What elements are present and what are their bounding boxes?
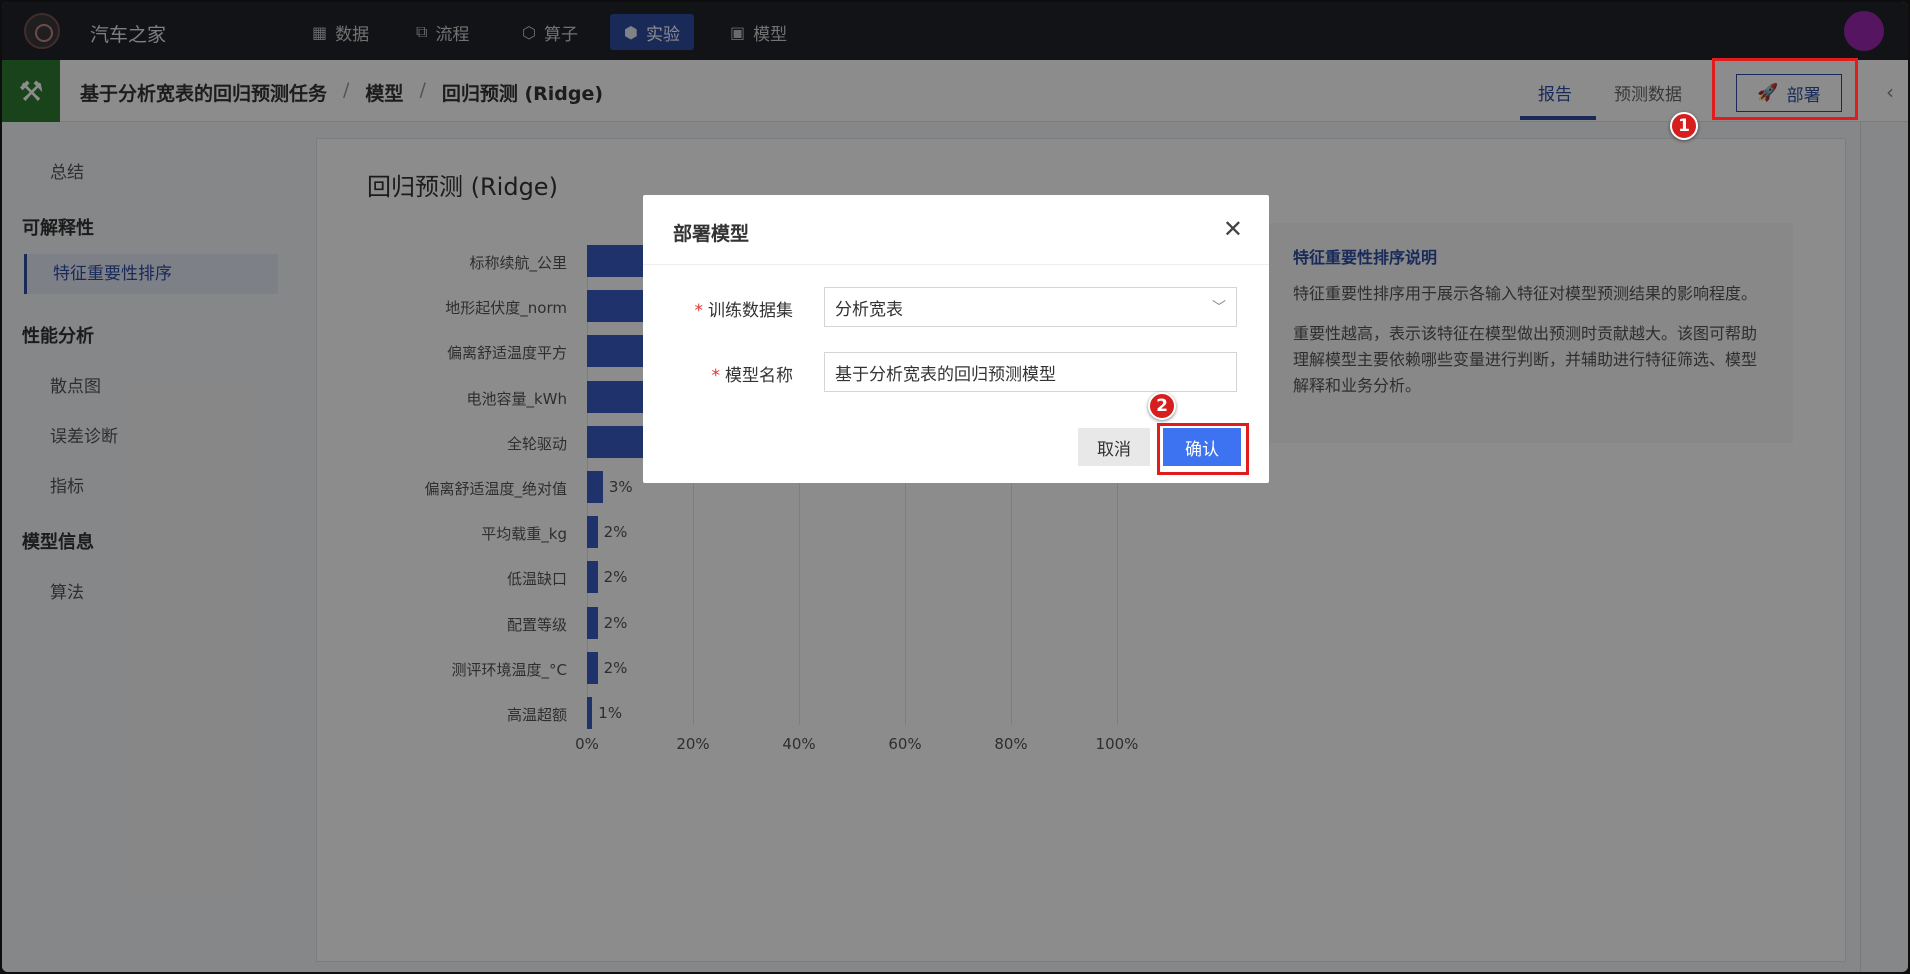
close-icon[interactable]: ✕	[1223, 215, 1243, 243]
dataset-select[interactable]: 分析宽表 ﹀	[824, 287, 1237, 327]
step-badge-2: 2	[1148, 392, 1176, 420]
model-name-input[interactable]: 基于分析宽表的回归预测模型	[824, 352, 1237, 392]
model-name-label: * 模型名称	[711, 366, 794, 386]
highlight-deploy-button	[1712, 58, 1858, 120]
step-badge-1: 1	[1670, 112, 1698, 140]
highlight-confirm-button	[1157, 423, 1249, 475]
modal-overlay[interactable]	[0, 0, 1910, 974]
dataset-label: * 训练数据集	[694, 301, 794, 321]
dialog-header: 部署模型 ✕	[643, 195, 1269, 265]
chevron-down-icon: ﹀	[1212, 300, 1226, 316]
dialog-title: 部署模型	[673, 223, 750, 245]
cancel-button[interactable]: 取消	[1078, 428, 1150, 466]
